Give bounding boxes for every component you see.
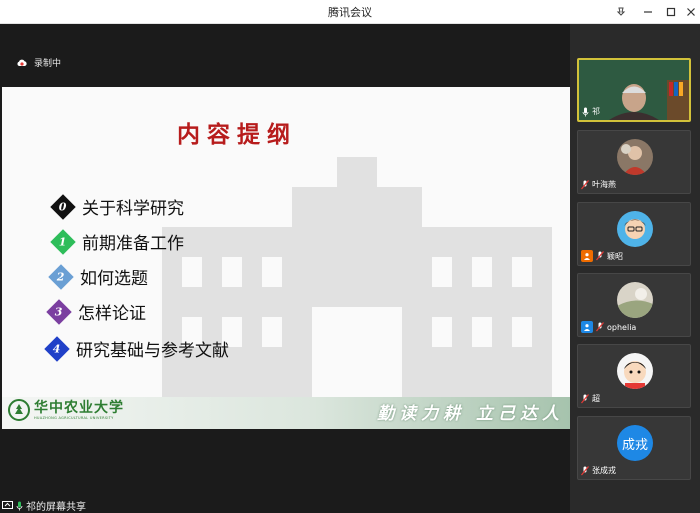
user-badge-icon — [581, 321, 593, 333]
minimize-icon — [644, 11, 652, 13]
shared-slide: 内容提纲 0 关于科学研究 1 前期准备工作 2 如何选题 3 怎样论证 4 研… — [2, 87, 570, 429]
number-diamond-icon: 0 — [50, 193, 76, 220]
university-name-en: HUAZHONG AGRICULTURAL UNIVERSITY — [34, 416, 114, 420]
microphone-icon — [16, 501, 23, 510]
user-badge-icon — [581, 250, 593, 262]
participant-name: 祁 — [592, 107, 600, 116]
outline-item-3: 3 怎样论证 — [46, 298, 146, 325]
outline-text: 怎样论证 — [78, 304, 146, 324]
avatar — [617, 353, 653, 389]
participant-tile[interactable]: 颖昭 — [577, 202, 691, 266]
outline-text: 前期准备工作 — [82, 234, 184, 254]
participant-tile[interactable]: 叶海燕 — [577, 130, 691, 194]
maximize-button[interactable] — [660, 2, 682, 22]
recording-indicator[interactable]: 录制中 — [16, 56, 61, 69]
outline-text: 关于科学研究 — [82, 199, 184, 219]
participant-name: 颖昭 — [607, 251, 623, 261]
participant-nameplate: ophelia — [581, 321, 636, 333]
maximize-icon — [666, 7, 676, 17]
university-logo: 华中农业大学 HUAZHONG AGRICULTURAL UNIVERSITY — [8, 399, 124, 421]
microphone-muted-icon — [581, 465, 589, 475]
number-diamond-icon: 2 — [48, 263, 74, 290]
outline-text: 研究基础与参考文献 — [76, 341, 229, 361]
number-diamond-icon: 3 — [46, 298, 72, 325]
avatar — [617, 139, 653, 175]
participant-sidebar: 祁 叶海燕 颖昭 ophelia 超 成戎 张成戎 — [570, 24, 700, 513]
recording-label: 录制中 — [34, 59, 62, 69]
close-button[interactable] — [680, 2, 700, 22]
screen-share-text: 祁的屏幕共享 — [26, 502, 86, 513]
microphone-muted-icon — [581, 393, 589, 403]
participant-nameplate: 超 — [581, 393, 600, 404]
avatar — [617, 282, 653, 318]
participant-nameplate: 张成戎 — [581, 465, 616, 476]
window-title: 腾讯会议 — [328, 6, 372, 19]
screen-share-label[interactable]: 祁的屏幕共享 — [2, 498, 86, 513]
microphone-muted-icon — [596, 322, 604, 332]
window-titlebar: 腾讯会议 — [0, 0, 700, 24]
participant-tile[interactable]: 超 — [577, 344, 691, 408]
participant-name: 叶海燕 — [592, 180, 616, 189]
outline-text: 如何选题 — [80, 269, 148, 289]
participant-name: ophelia — [607, 322, 637, 332]
participant-name: 张成戎 — [592, 466, 616, 475]
microphone-icon — [582, 107, 589, 116]
participant-tile[interactable]: 祁 — [577, 58, 691, 122]
microphone-muted-icon — [581, 179, 589, 189]
participant-nameplate: 祁 — [582, 106, 600, 117]
university-seal-icon — [8, 399, 30, 421]
slide-title: 内容提纲 — [177, 121, 297, 148]
participant-nameplate: 叶海燕 — [581, 179, 616, 190]
minimize-button[interactable] — [637, 2, 659, 22]
number-diamond-icon: 1 — [50, 228, 76, 255]
avatar: 成戎 — [617, 425, 653, 461]
screen-share-icon — [2, 501, 13, 509]
university-motto: 勤读力耕 立己达人 — [377, 404, 564, 424]
outline-item-1: 1 前期准备工作 — [50, 228, 184, 255]
university-name: 华中农业大学 — [34, 400, 124, 416]
outline-item-4: 4 研究基础与参考文献 — [44, 335, 229, 362]
close-icon — [687, 8, 695, 16]
participant-name: 超 — [592, 394, 600, 403]
participant-tile[interactable]: ophelia — [577, 273, 691, 337]
number-diamond-icon: 4 — [44, 335, 70, 362]
campus-building-watermark — [162, 157, 552, 407]
outline-item-2: 2 如何选题 — [48, 263, 148, 290]
pin-icon — [616, 7, 626, 16]
participant-nameplate: 颖昭 — [581, 250, 623, 262]
avatar — [617, 211, 653, 247]
pin-button[interactable] — [610, 2, 632, 22]
microphone-muted-icon — [596, 251, 604, 261]
outline-item-0: 0 关于科学研究 — [50, 193, 184, 220]
cloud-recording-icon — [17, 59, 27, 66]
participant-tile[interactable]: 成戎 张成戎 — [577, 416, 691, 480]
